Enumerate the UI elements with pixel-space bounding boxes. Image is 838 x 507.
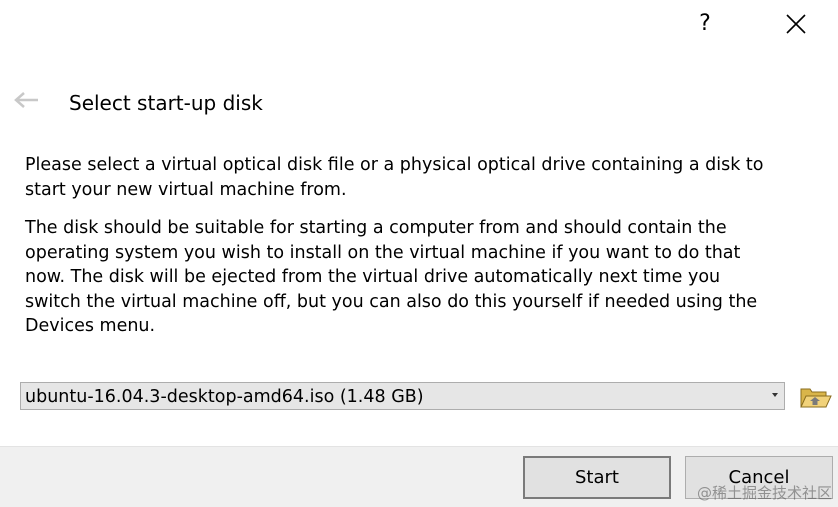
description-text: The disk should be suitable for starting… bbox=[25, 218, 758, 336]
close-button[interactable] bbox=[778, 8, 814, 34]
close-icon bbox=[786, 14, 806, 34]
disk-select-dropdown[interactable]: ubuntu-16.04.3-desktop-amd64.iso (1.48 G… bbox=[20, 382, 785, 410]
page-title: Select start-up disk bbox=[69, 91, 263, 115]
back-arrow-icon bbox=[14, 92, 38, 108]
start-button[interactable]: Start bbox=[523, 456, 671, 499]
cancel-button[interactable]: Cancel bbox=[685, 456, 833, 499]
back-button[interactable] bbox=[12, 90, 40, 110]
instruction-text: Please select a virtual optical disk fil… bbox=[25, 155, 764, 200]
disk-select-value: ubuntu-16.04.3-desktop-amd64.iso (1.48 G… bbox=[25, 387, 424, 407]
folder-open-icon bbox=[800, 388, 832, 408]
chevron-down-icon bbox=[772, 393, 778, 397]
help-button[interactable]: ? bbox=[690, 8, 720, 40]
start-up-disk-dialog: ? Select start-up disk Please select a v… bbox=[0, 0, 838, 507]
choose-disk-file-button[interactable] bbox=[798, 381, 832, 413]
